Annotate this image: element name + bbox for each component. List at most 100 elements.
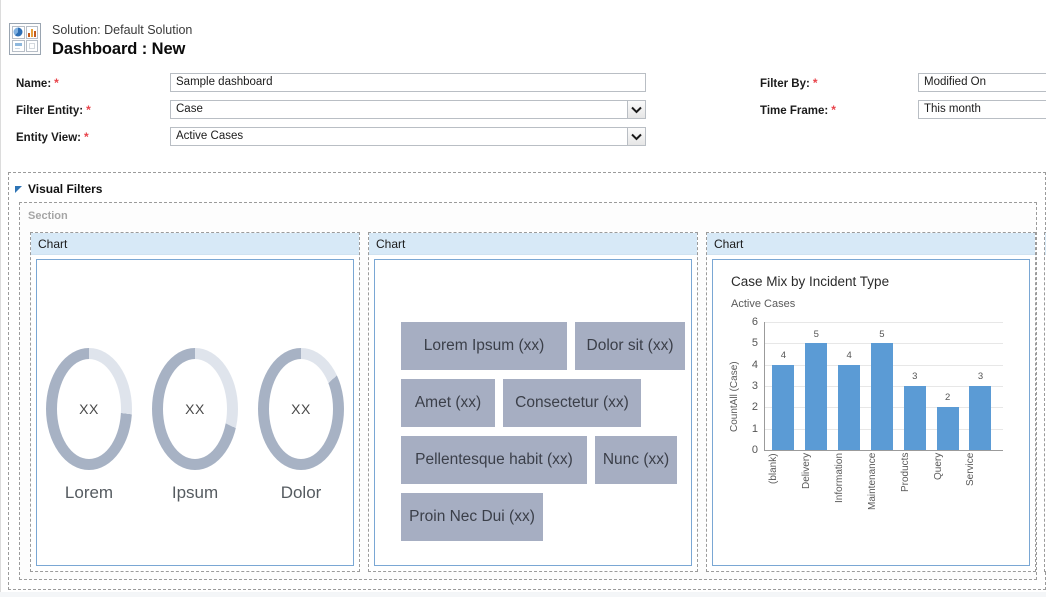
bar-group[interactable]: 4 bbox=[768, 322, 798, 450]
y-tick: 3 bbox=[752, 380, 758, 392]
form-row-filter-by: Filter By:* Modified On bbox=[760, 73, 1046, 93]
chevron-down-icon[interactable] bbox=[627, 101, 645, 118]
form-row-entity-view: Entity View:* Active Cases bbox=[16, 127, 646, 147]
tag-item[interactable]: Consectetur (xx) bbox=[503, 379, 641, 427]
category-label: (blank) bbox=[768, 453, 798, 517]
bar[interactable] bbox=[772, 365, 794, 450]
tag-row: Pellentesque habit (xx) Nunc (xx) bbox=[401, 436, 685, 484]
category-label: Maintenance bbox=[867, 453, 897, 517]
chart-panel-donuts[interactable]: Chart XX Lorem XX I bbox=[30, 232, 360, 572]
bar-group[interactable]: 5 bbox=[801, 322, 831, 450]
tag-row: Lorem Ipsum (xx) Dolor sit (xx) bbox=[401, 322, 685, 370]
donut-label: Lorem bbox=[41, 483, 137, 503]
tag-item[interactable]: Pellentesque habit (xx) bbox=[401, 436, 587, 484]
tag-item[interactable]: Lorem Ipsum (xx) bbox=[401, 322, 567, 370]
chart-panel-tags[interactable]: Chart Lorem Ipsum (xx) Dolor sit (xx) Am… bbox=[368, 232, 698, 572]
tag-row: Proin Nec Dui (xx) bbox=[401, 493, 685, 541]
chevron-down-icon[interactable] bbox=[627, 128, 645, 145]
donut-label: Dolor bbox=[253, 483, 349, 503]
form-row-time-frame: Time Frame:* This month bbox=[760, 100, 1046, 120]
y-tick: 6 bbox=[752, 316, 758, 328]
chart-panel-header: Chart bbox=[31, 233, 359, 255]
bar-value-label: 5 bbox=[814, 329, 819, 340]
required-asterisk: * bbox=[86, 103, 91, 117]
bar-value-label: 2 bbox=[945, 392, 950, 403]
y-tick: 1 bbox=[752, 423, 758, 435]
bar-value-label: 4 bbox=[846, 350, 851, 361]
bar-group[interactable]: 3 bbox=[965, 322, 995, 450]
bar-chart-bars: 4 5 4 5 bbox=[767, 322, 997, 450]
chart-panel-body: Lorem Ipsum (xx) Dolor sit (xx) Amet (xx… bbox=[374, 259, 692, 566]
tag-item[interactable]: Proin Nec Dui (xx) bbox=[401, 493, 543, 541]
filter-entity-value: Case bbox=[176, 103, 203, 115]
bar[interactable] bbox=[838, 365, 860, 450]
bar-chart-plot: CountAll (Case) 6 5 4 3 2 1 0 bbox=[731, 322, 1003, 522]
visual-filters-title: Visual Filters bbox=[28, 182, 102, 196]
y-tick: 2 bbox=[752, 401, 758, 413]
bar-value-label: 5 bbox=[879, 329, 884, 340]
bar-chart-y-ticks: 6 5 4 3 2 1 0 bbox=[745, 322, 761, 450]
donut-item[interactable]: XX Ipsum bbox=[147, 348, 243, 503]
tag-row: Amet (xx) Consectetur (xx) bbox=[401, 379, 685, 427]
tag-item[interactable]: Nunc (xx) bbox=[595, 436, 677, 484]
bar[interactable] bbox=[871, 343, 893, 450]
icon-cell-pie bbox=[12, 26, 25, 39]
donut-item[interactable]: XX Dolor bbox=[253, 348, 349, 503]
donut-ring: XX bbox=[258, 348, 344, 470]
category-label: Information bbox=[834, 453, 864, 517]
tag-chart-group: Lorem Ipsum (xx) Dolor sit (xx) Amet (xx… bbox=[401, 322, 685, 550]
chart-panel-body: Case Mix by Incident Type Active Cases C… bbox=[712, 259, 1030, 566]
bar-group[interactable]: 2 bbox=[933, 322, 963, 450]
section-container: Section Chart XX Lorem bbox=[19, 202, 1037, 580]
category-label: Products bbox=[900, 453, 930, 517]
bar-group[interactable]: 4 bbox=[834, 322, 864, 450]
bar-chart-category-labels: (blank) Delivery Information Maintenance… bbox=[767, 453, 997, 517]
label-name: Name:* bbox=[16, 76, 59, 90]
filter-by-input[interactable]: Modified On bbox=[918, 73, 1046, 92]
bar[interactable] bbox=[805, 343, 827, 450]
bar-value-label: 3 bbox=[912, 371, 917, 382]
category-label: Query bbox=[933, 453, 963, 517]
solution-breadcrumb: Solution: Default Solution bbox=[52, 23, 192, 37]
filter-entity-select[interactable]: Case bbox=[170, 100, 646, 119]
page-header: Solution: Default Solution Dashboard : N… bbox=[0, 0, 1046, 62]
bar-chart-y-axis bbox=[764, 322, 765, 450]
time-frame-input[interactable]: This month bbox=[918, 100, 1046, 119]
entity-view-select[interactable]: Active Cases bbox=[170, 127, 646, 146]
category-label: Service bbox=[965, 453, 995, 517]
tag-item[interactable]: Amet (xx) bbox=[401, 379, 495, 427]
bar-group[interactable]: 5 bbox=[867, 322, 897, 450]
required-asterisk: * bbox=[831, 103, 836, 117]
chart-panel-barchart[interactable]: Chart Case Mix by Incident Type Active C… bbox=[706, 232, 1036, 572]
y-tick: 4 bbox=[752, 359, 758, 371]
required-asterisk: * bbox=[813, 76, 818, 90]
section-label: Section bbox=[28, 210, 68, 222]
chart-panel-header: Chart bbox=[369, 233, 697, 255]
donut-ring: XX bbox=[152, 348, 238, 470]
form-row-name: Name:* Sample dashboard bbox=[16, 73, 646, 93]
label-filter-entity: Filter Entity:* bbox=[16, 103, 91, 117]
required-asterisk: * bbox=[84, 130, 89, 144]
bar-group[interactable]: 3 bbox=[900, 322, 930, 450]
required-asterisk: * bbox=[54, 76, 59, 90]
page-title: Dashboard : New bbox=[52, 40, 185, 59]
visual-filters-header[interactable]: Visual Filters bbox=[15, 180, 102, 198]
bar[interactable] bbox=[904, 386, 926, 450]
entity-view-value: Active Cases bbox=[176, 130, 243, 142]
y-tick: 0 bbox=[752, 444, 758, 456]
page-bottom-edge bbox=[0, 592, 1046, 597]
donut-chart-group: XX Lorem XX Ipsum XX bbox=[37, 348, 353, 503]
dashboard-grid-icon bbox=[9, 23, 41, 55]
bar[interactable] bbox=[937, 407, 959, 450]
donut-item[interactable]: XX Lorem bbox=[41, 348, 137, 503]
tag-item[interactable]: Dolor sit (xx) bbox=[575, 322, 685, 370]
triangle-collapse-icon[interactable] bbox=[15, 186, 22, 193]
name-input[interactable]: Sample dashboard bbox=[170, 73, 646, 92]
bar-chart-y-axis-label: CountAll (Case) bbox=[729, 332, 743, 462]
donut-value: XX bbox=[291, 401, 311, 417]
form-row-filter-entity: Filter Entity:* Case bbox=[16, 100, 646, 120]
bar[interactable] bbox=[969, 386, 991, 450]
page-left-edge bbox=[0, 0, 1, 597]
bar-value-label: 4 bbox=[781, 350, 786, 361]
icon-cell-blank bbox=[26, 40, 39, 53]
